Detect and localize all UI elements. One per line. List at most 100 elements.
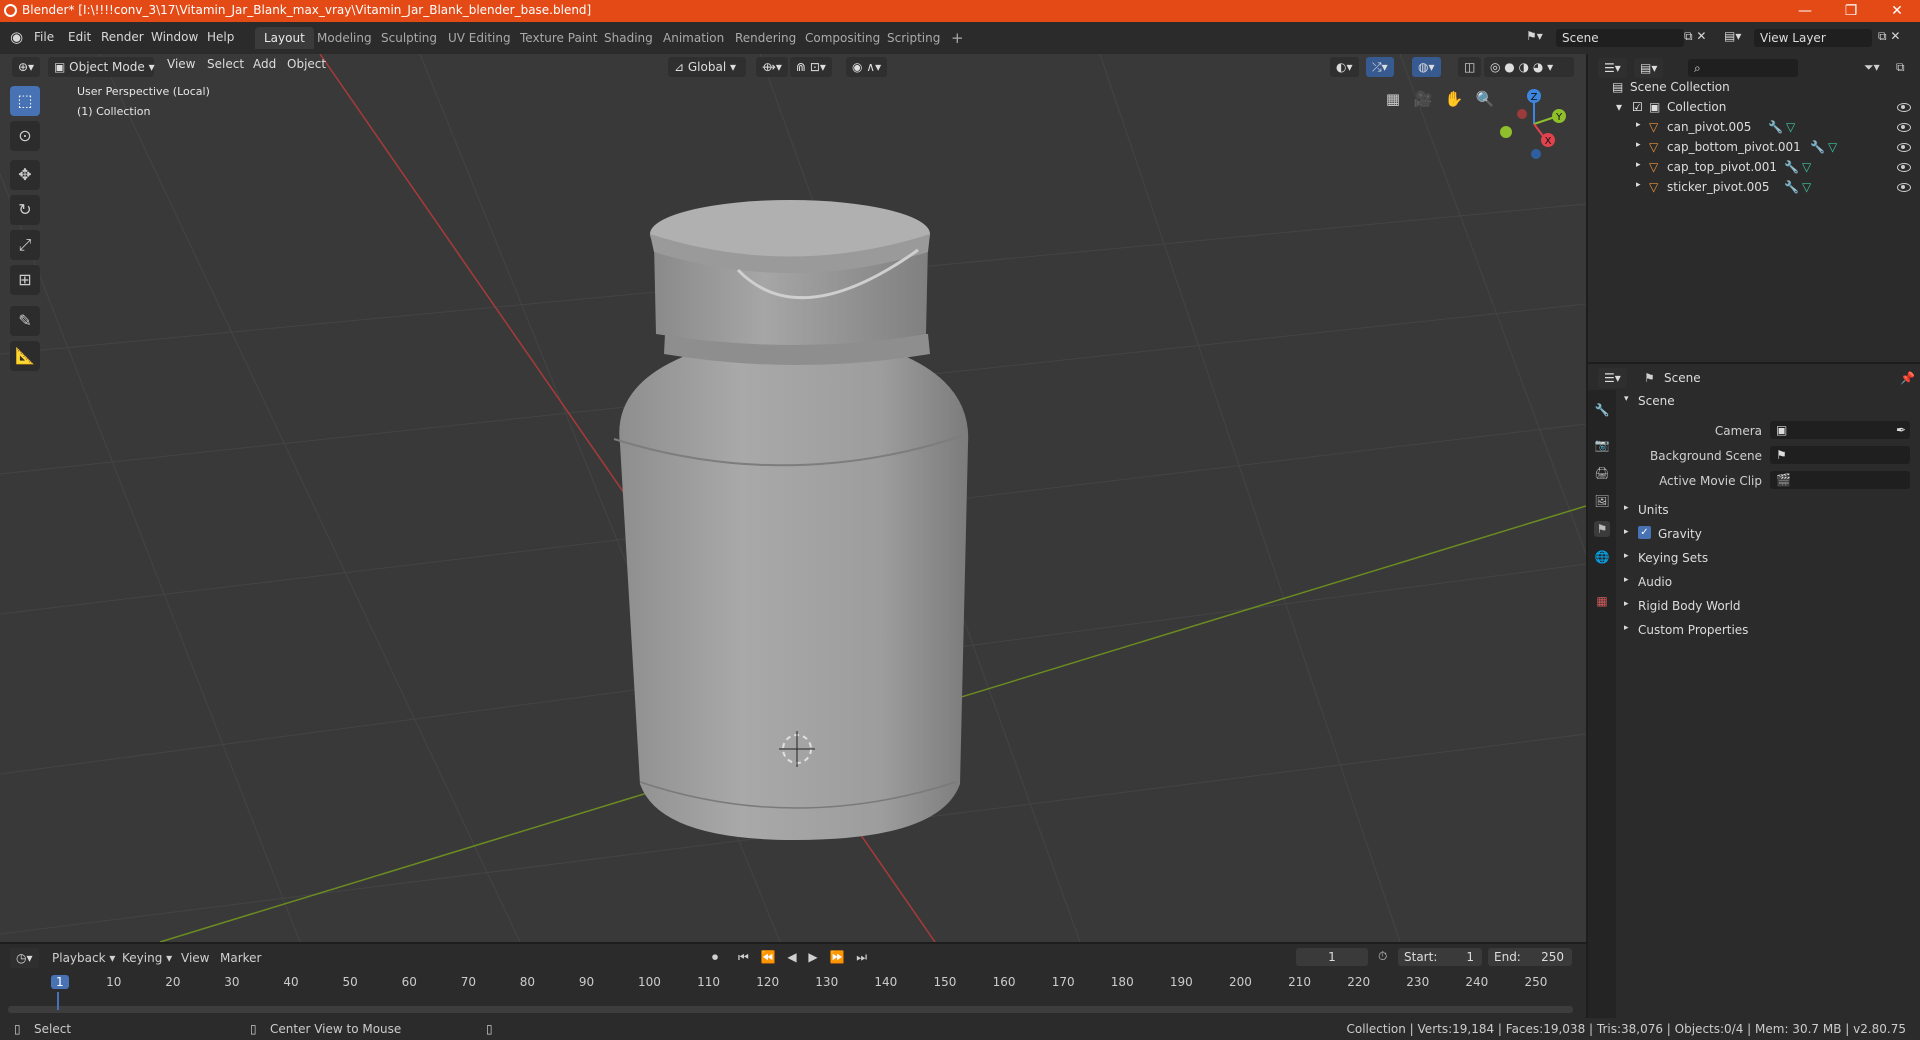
viewport-menu-add[interactable]: Add (253, 57, 276, 71)
view-layer-field[interactable]: View Layer (1754, 29, 1872, 47)
custom-properties-panel-header[interactable]: ▸ Custom Properties (1616, 618, 1916, 642)
display-mode-icon[interactable]: ▤▾ (1634, 58, 1664, 78)
scene-field[interactable]: Scene (1556, 29, 1684, 47)
frame-tick-label[interactable]: 40 (283, 975, 298, 989)
shading-modes[interactable]: ◎ ● ◑ ◕ ▾ (1484, 57, 1574, 77)
minimize-button[interactable]: — (1782, 0, 1828, 22)
frame-tick-label[interactable]: 150 (934, 975, 957, 989)
properties-editor-type-icon[interactable]: ☰▾ (1598, 368, 1627, 388)
scene-tab-icon[interactable]: ⚑ (1594, 521, 1610, 537)
camera-view-icon[interactable]: 🎥 (1410, 86, 1436, 112)
collection-checkbox-icon[interactable]: ☑ (1632, 100, 1643, 114)
move-tool-icon[interactable]: ✥ (10, 160, 40, 190)
start-frame-field[interactable]: Start: 1 (1398, 948, 1482, 966)
menu-window[interactable]: Window (151, 30, 198, 44)
view-layer-browse-icon[interactable]: ▤▾ (1724, 29, 1741, 43)
frame-tick-label[interactable]: 60 (402, 975, 417, 989)
frame-tick-label[interactable]: 240 (1465, 975, 1488, 989)
eyedropper-icon[interactable]: ✒ (1896, 421, 1906, 439)
tool-tab-icon[interactable]: 🔧 (1594, 402, 1610, 418)
frame-tick-label[interactable]: 210 (1288, 975, 1311, 989)
world-tab-icon[interactable]: 🌐 (1594, 549, 1610, 565)
rotate-tool-icon[interactable]: ↻ (10, 195, 40, 225)
frame-tick-label[interactable]: 30 (224, 975, 239, 989)
current-frame-field[interactable]: 1 (1296, 948, 1368, 966)
scene-new-icon[interactable]: ⧉ ✕ (1684, 29, 1706, 44)
editor-type-icon[interactable]: ⊕▾ (12, 57, 41, 77)
frame-tick-label[interactable]: 120 (756, 975, 779, 989)
timeline-menu-keying[interactable]: Keying ▾ (122, 951, 172, 965)
frame-tick-label[interactable]: 50 (343, 975, 358, 989)
units-panel-header[interactable]: ▸ Units (1616, 498, 1916, 522)
add-workspace-button[interactable]: + (942, 27, 973, 49)
viewport-menu-view[interactable]: View (167, 57, 195, 71)
xray-icon[interactable]: ◫ (1458, 57, 1482, 77)
outliner-editor-type-icon[interactable]: ☰▾ (1598, 58, 1627, 78)
scene-panel-header[interactable]: ▾ Scene (1616, 389, 1916, 413)
measure-tool-icon[interactable]: 📐 (10, 341, 40, 371)
pin-icon[interactable]: 📌 (1900, 371, 1915, 385)
outliner-row-object[interactable]: ▸ ▽ can_pivot.005 🔧 ▽ (1588, 117, 1920, 137)
menu-help[interactable]: Help (207, 30, 234, 44)
outliner-row-collection[interactable]: ▾ ☑ ▣ Collection (1588, 97, 1920, 117)
end-frame-field[interactable]: End: 250 (1488, 948, 1572, 966)
scale-tool-icon[interactable]: ⤢ (10, 230, 40, 260)
visibility-icon[interactable]: ◐▾ (1330, 57, 1359, 77)
frame-tick-label[interactable]: 250 (1525, 975, 1548, 989)
transform-tool-icon[interactable]: ⊞ (10, 265, 40, 295)
visibility-eye-icon[interactable] (1897, 143, 1911, 152)
outliner-row-object[interactable]: ▸ ▽ cap_top_pivot.001 🔧 ▽ (1588, 157, 1920, 177)
select-box-tool-icon[interactable]: ⬚ (10, 86, 40, 116)
expand-arrow-icon[interactable]: ▸ (1636, 160, 1641, 170)
timeline-scrollbar[interactable] (8, 1006, 1573, 1013)
tab-modeling[interactable]: Modeling (308, 27, 381, 49)
annotate-tool-icon[interactable]: ✎ (10, 306, 40, 336)
tab-animation[interactable]: Animation (654, 27, 733, 49)
frame-tick-label[interactable]: 180 (1111, 975, 1134, 989)
grid-view-icon[interactable]: ▦ (1380, 86, 1406, 112)
menu-file[interactable]: File (34, 30, 54, 44)
view-layer-new-icon[interactable]: ⧉ ✕ (1878, 29, 1900, 44)
viewport-menu-select[interactable]: Select (207, 57, 244, 71)
tab-rendering[interactable]: Rendering (726, 27, 805, 49)
tab-layout[interactable]: Layout (255, 27, 314, 49)
tab-compositing[interactable]: Compositing (796, 27, 889, 49)
visibility-eye-icon[interactable] (1897, 103, 1911, 112)
proportional-edit-icon[interactable]: ◉ ∧▾ (846, 57, 888, 77)
outliner-row-object[interactable]: ▸ ▽ cap_bottom_pivot.001 🔧 ▽ (1588, 137, 1920, 157)
frame-tick-label[interactable]: 140 (874, 975, 897, 989)
frame-tick-label[interactable]: 70 (461, 975, 476, 989)
timeline-editor-type-icon[interactable]: ◷▾ (10, 948, 39, 968)
menu-edit[interactable]: Edit (68, 30, 91, 44)
tab-sculpting[interactable]: Sculpting (372, 27, 446, 49)
playhead-line[interactable] (57, 992, 59, 1010)
outliner-row-object[interactable]: ▸ ▽ sticker_pivot.005 🔧 ▽ (1588, 177, 1920, 197)
scene-browse-icon[interactable]: ⚑▾ (1526, 29, 1543, 43)
frame-tick-label[interactable]: 80 (520, 975, 535, 989)
frame-tick-label[interactable]: 100 (638, 975, 661, 989)
frame-tick-label[interactable]: 170 (1052, 975, 1075, 989)
gizmo-toggle-icon[interactable]: ⤮▾ (1366, 57, 1394, 77)
frame-tick-label[interactable]: 10 (106, 975, 121, 989)
gravity-panel-header[interactable]: ▸ ✓ Gravity (1616, 522, 1916, 546)
blender-menu-icon[interactable]: ◉ (10, 28, 23, 46)
pivot-point-icon[interactable]: ⟴▾ (756, 57, 788, 77)
mode-select[interactable]: ▣ Object Mode ▾ (48, 57, 155, 77)
rigid-body-world-panel-header[interactable]: ▸ Rigid Body World (1616, 594, 1916, 618)
tab-texture-paint[interactable]: Texture Paint (511, 27, 606, 49)
pan-hand-icon[interactable]: ✋ (1441, 86, 1467, 112)
preview-range-icon[interactable]: ⏱ (1378, 949, 1387, 964)
3d-viewport[interactable] (0, 54, 1586, 942)
expand-arrow-icon[interactable]: ▸ (1636, 180, 1641, 190)
active-movie-clip-field[interactable]: 🎬 (1770, 471, 1910, 489)
menu-render[interactable]: Render (101, 30, 144, 44)
view-layer-tab-icon[interactable]: 🖼 (1594, 493, 1610, 509)
frame-tick-label[interactable]: 200 (1229, 975, 1252, 989)
maximize-button[interactable]: ❐ (1828, 0, 1874, 22)
frame-tick-label[interactable]: 20 (165, 975, 180, 989)
tab-scripting[interactable]: Scripting (878, 27, 949, 49)
timeline-menu-view[interactable]: View (181, 951, 209, 965)
timeline-menu-playback[interactable]: Playback ▾ (52, 951, 115, 965)
close-button[interactable]: ✕ (1874, 0, 1920, 22)
expand-arrow-icon[interactable]: ▾ (1616, 100, 1622, 114)
